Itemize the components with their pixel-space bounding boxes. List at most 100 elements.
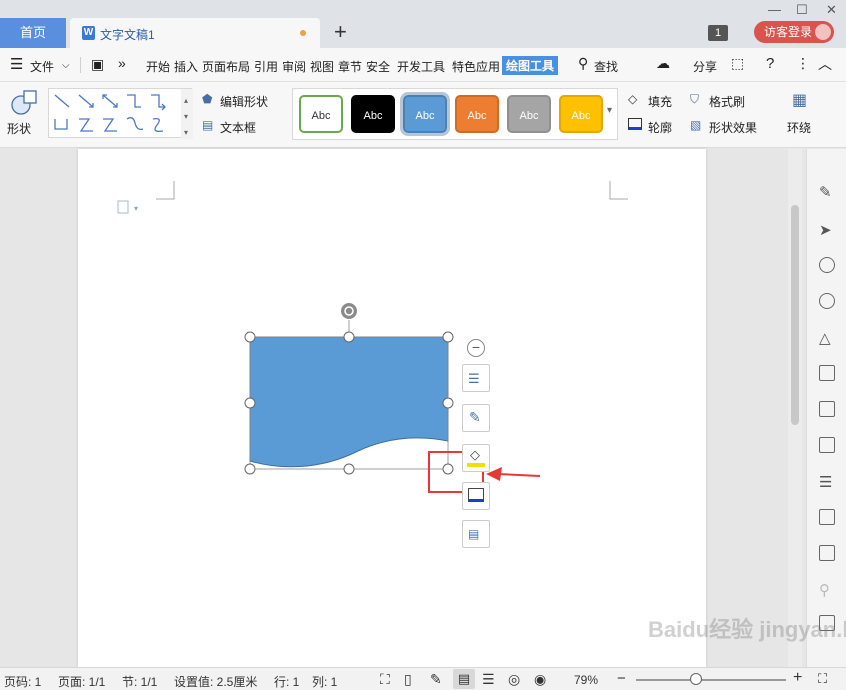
menu-security[interactable]: 安全 (366, 58, 390, 75)
guest-login-button[interactable]: 访客登录 (754, 21, 834, 43)
save-icon[interactable]: ▣ (91, 56, 104, 73)
style-blue[interactable]: Abc (400, 92, 450, 136)
edit-icon[interactable]: ✎ (819, 183, 835, 201)
menu-section[interactable]: 章节 (338, 58, 362, 75)
divider (80, 57, 81, 73)
table-icon[interactable] (819, 365, 835, 381)
shape-wave-rectangle[interactable] (78, 149, 706, 667)
help-icon[interactable]: ? (766, 55, 774, 72)
menu-insert[interactable]: 插入 (174, 58, 198, 75)
read-mode-icon[interactable]: ▯ (404, 671, 412, 688)
collapse-ribbon-icon[interactable]: ︿ (818, 54, 832, 74)
status-page-count: 页面: 1/1 (58, 675, 106, 689)
fill-sidebar-icon[interactable]: △ (819, 329, 835, 347)
vertical-scrollbar[interactable] (788, 149, 802, 667)
write-mode-icon[interactable]: ✎ (430, 671, 442, 688)
style-white[interactable]: Abc (299, 95, 343, 133)
tab-document[interactable]: W 文字文稿1 (70, 18, 320, 48)
status-row: 行: 1 (274, 675, 300, 689)
minimize-icon[interactable]: — (768, 2, 781, 17)
edit-shape-icon[interactable]: ⬟ (202, 92, 212, 106)
share-button[interactable]: 分享 (693, 58, 717, 75)
menu-search[interactable]: 查找 (594, 58, 618, 75)
close-icon[interactable]: ✕ (826, 2, 837, 18)
style-gray[interactable]: Abc (507, 95, 551, 133)
outline-button[interactable]: 轮廓 (648, 119, 672, 136)
search-icon[interactable]: ⚲ (578, 55, 588, 72)
zoom-slider-handle[interactable] (690, 673, 702, 685)
chart-icon[interactable] (819, 437, 835, 453)
styles-more-icon[interactable]: ▾ (607, 105, 612, 116)
menu-developer[interactable]: 开发工具 (397, 58, 445, 75)
shape-fill-button[interactable]: ◇ (462, 444, 490, 472)
cloud-sync-icon[interactable]: ☁ (656, 55, 670, 72)
wrap-icon[interactable]: ▦ (792, 90, 807, 110)
textbox-icon[interactable]: ▤ (202, 118, 213, 132)
fit-window-icon[interactable]: ⛶ (818, 671, 827, 687)
zoom-in-button[interactable]: + (793, 669, 802, 687)
outline-view-icon[interactable]: ☰ (482, 671, 495, 688)
menu-reference[interactable]: 引用 (254, 58, 278, 75)
eye-protection-icon[interactable]: ◉ (534, 671, 546, 688)
scroll-thumb[interactable] (791, 205, 799, 425)
shape-label[interactable]: 形状 (7, 120, 31, 137)
document-page[interactable]: ▾ (78, 149, 706, 667)
zoom-level[interactable]: 79% (574, 673, 598, 687)
tab-home[interactable]: 首页 (0, 18, 66, 48)
menu-start[interactable]: 开始 (146, 58, 170, 75)
fill-icon[interactable]: ◇ (628, 92, 637, 106)
collaborate-icon[interactable]: ⬚ (731, 55, 744, 72)
menu-drawing-tools[interactable]: 绘图工具 (502, 56, 559, 75)
status-page-number: 页码: 1 (4, 675, 42, 689)
collapse-toolbar-icon[interactable]: − (467, 339, 485, 357)
chevron-down-icon[interactable]: ⌵ (62, 60, 70, 71)
shape-outline-button[interactable] (462, 482, 490, 510)
grid-icon[interactable] (819, 401, 835, 417)
wrap-button[interactable]: 环绕 (787, 119, 811, 136)
link-icon[interactable]: ⚲ (819, 581, 835, 599)
style-gold[interactable]: Abc (559, 95, 603, 133)
shape-icon[interactable] (10, 88, 38, 116)
outline-icon[interactable] (628, 118, 642, 130)
fill-button[interactable]: 填充 (648, 93, 672, 110)
web-view-icon[interactable]: ◎ (508, 671, 520, 688)
page-view-icon[interactable]: ▤ (453, 669, 475, 689)
zoom-slider[interactable] (636, 679, 786, 681)
style-orange[interactable]: Abc (455, 95, 499, 133)
style-black[interactable]: Abc (351, 95, 395, 133)
shapes-gallery[interactable]: ▴ ▾ ▾ (48, 88, 193, 139)
svg-text:▾: ▾ (184, 112, 188, 121)
format-painter-button[interactable]: 格式刷 (709, 93, 745, 110)
more-chevron-icon[interactable]: » (118, 55, 126, 71)
more-icon[interactable]: ⋮ (796, 55, 810, 72)
menu-file[interactable]: 文件 (30, 58, 54, 75)
shape-effects-button[interactable]: 形状效果 (709, 119, 757, 136)
maximize-icon[interactable]: ☐ (796, 2, 808, 18)
style-icon[interactable] (819, 257, 835, 273)
image-icon[interactable] (819, 509, 835, 525)
menu-features[interactable]: 特色应用 (452, 58, 500, 75)
cursor-icon[interactable]: ➤ (819, 221, 835, 239)
window-count-badge[interactable]: 1 (708, 25, 728, 41)
shape-styles-gallery: Abc Abc Abc Abc Abc Abc ▾ (292, 88, 618, 140)
shape-effects-icon[interactable]: ▧ (690, 118, 701, 132)
hamburger-icon[interactable]: ☰ (10, 55, 23, 73)
share-icon[interactable] (819, 545, 835, 561)
shape-sidebar-icon[interactable] (819, 293, 835, 309)
edit-shape-button[interactable]: 编辑形状 (220, 93, 268, 110)
title-bar: 首页 W 文字文稿1 + — ☐ ✕ 1 访客登录 (0, 0, 846, 48)
layout-options-button[interactable]: ☰ (462, 364, 490, 392)
menu-review[interactable]: 审阅 (282, 58, 306, 75)
shape-style-button[interactable]: ✎ (462, 404, 490, 432)
fullscreen-icon[interactable]: ⛶ (380, 671, 390, 688)
new-tab-button[interactable]: + (334, 20, 347, 44)
menu-page-layout[interactable]: 页面布局 (202, 58, 250, 75)
textbox-button[interactable]: 文本框 (220, 119, 256, 136)
text-wrap-button[interactable]: ▤ (462, 520, 490, 548)
watermark: Baidu经验 jingyan.baidu.com (648, 617, 846, 642)
status-setting: 设置值: 2.5厘米 (174, 675, 258, 689)
zoom-out-button[interactable]: − (617, 670, 626, 687)
format-painter-icon[interactable]: ⛉ (690, 92, 699, 107)
menu-view[interactable]: 视图 (310, 58, 334, 75)
settings-icon[interactable]: ☰ (819, 473, 835, 491)
